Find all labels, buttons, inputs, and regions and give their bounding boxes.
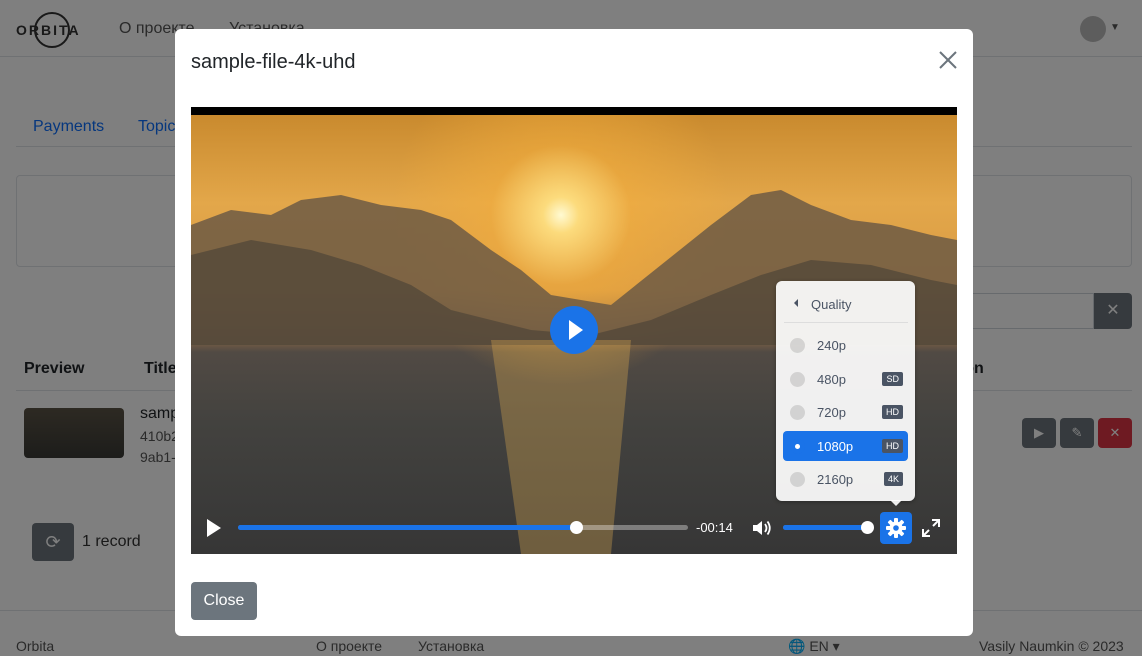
seek-bar[interactable] xyxy=(238,521,688,534)
quality-option-label: 480p xyxy=(817,372,846,387)
quality-badge: SD xyxy=(882,372,903,386)
seek-bar-handle[interactable] xyxy=(569,521,583,534)
modal-title: sample-file-4k-uhd xyxy=(191,51,356,73)
quality-badge: HD xyxy=(882,439,903,453)
play-icon xyxy=(569,320,583,340)
quality-option-2160p[interactable]: 2160p 4K xyxy=(783,464,908,494)
quality-option-1080p[interactable]: 1080p HD xyxy=(783,431,908,461)
big-play-button[interactable] xyxy=(550,306,598,354)
radio-icon xyxy=(790,405,805,420)
quality-option-720p[interactable]: 720p HD xyxy=(783,397,908,427)
fullscreen-icon[interactable] xyxy=(921,518,941,538)
volume-slider-fill xyxy=(783,525,867,530)
gear-icon xyxy=(886,518,906,538)
video-modal: sample-file-4k-uhd Quality 240p 480p SD … xyxy=(175,29,973,636)
quality-option-label: 720p xyxy=(817,405,846,420)
quality-option-480p[interactable]: 480p SD xyxy=(783,364,908,394)
volume-icon[interactable] xyxy=(751,518,773,538)
quality-badge: 4K xyxy=(883,472,903,486)
settings-button[interactable] xyxy=(880,512,912,544)
close-button[interactable]: Close xyxy=(191,582,257,620)
quality-option-label: 2160p xyxy=(817,472,854,487)
quality-badge: HD xyxy=(882,405,903,419)
radio-icon xyxy=(790,338,805,353)
radio-icon xyxy=(790,439,805,454)
time-remaining: -00:14 xyxy=(696,520,733,535)
player-controls: -00:14 xyxy=(191,511,957,545)
quality-back-button[interactable]: Quality xyxy=(784,289,908,323)
quality-header-label: Quality xyxy=(811,297,852,312)
quality-option-label: 240p xyxy=(817,338,846,353)
volume-slider-handle[interactable] xyxy=(861,521,874,534)
caret-left-icon xyxy=(794,299,798,307)
seek-bar-fill xyxy=(238,525,576,530)
video-player[interactable]: Quality 240p 480p SD 720p HD 1080p HD 21… xyxy=(191,107,957,554)
quality-option-label: 1080p xyxy=(817,439,854,454)
radio-icon xyxy=(790,472,805,487)
quality-menu: Quality 240p 480p SD 720p HD 1080p HD 21… xyxy=(776,281,915,506)
volume-slider[interactable] xyxy=(783,521,874,534)
play-icon[interactable] xyxy=(207,519,221,537)
quality-option-240p[interactable]: 240p xyxy=(783,330,908,360)
radio-icon xyxy=(790,372,805,387)
close-icon[interactable] xyxy=(937,49,959,71)
